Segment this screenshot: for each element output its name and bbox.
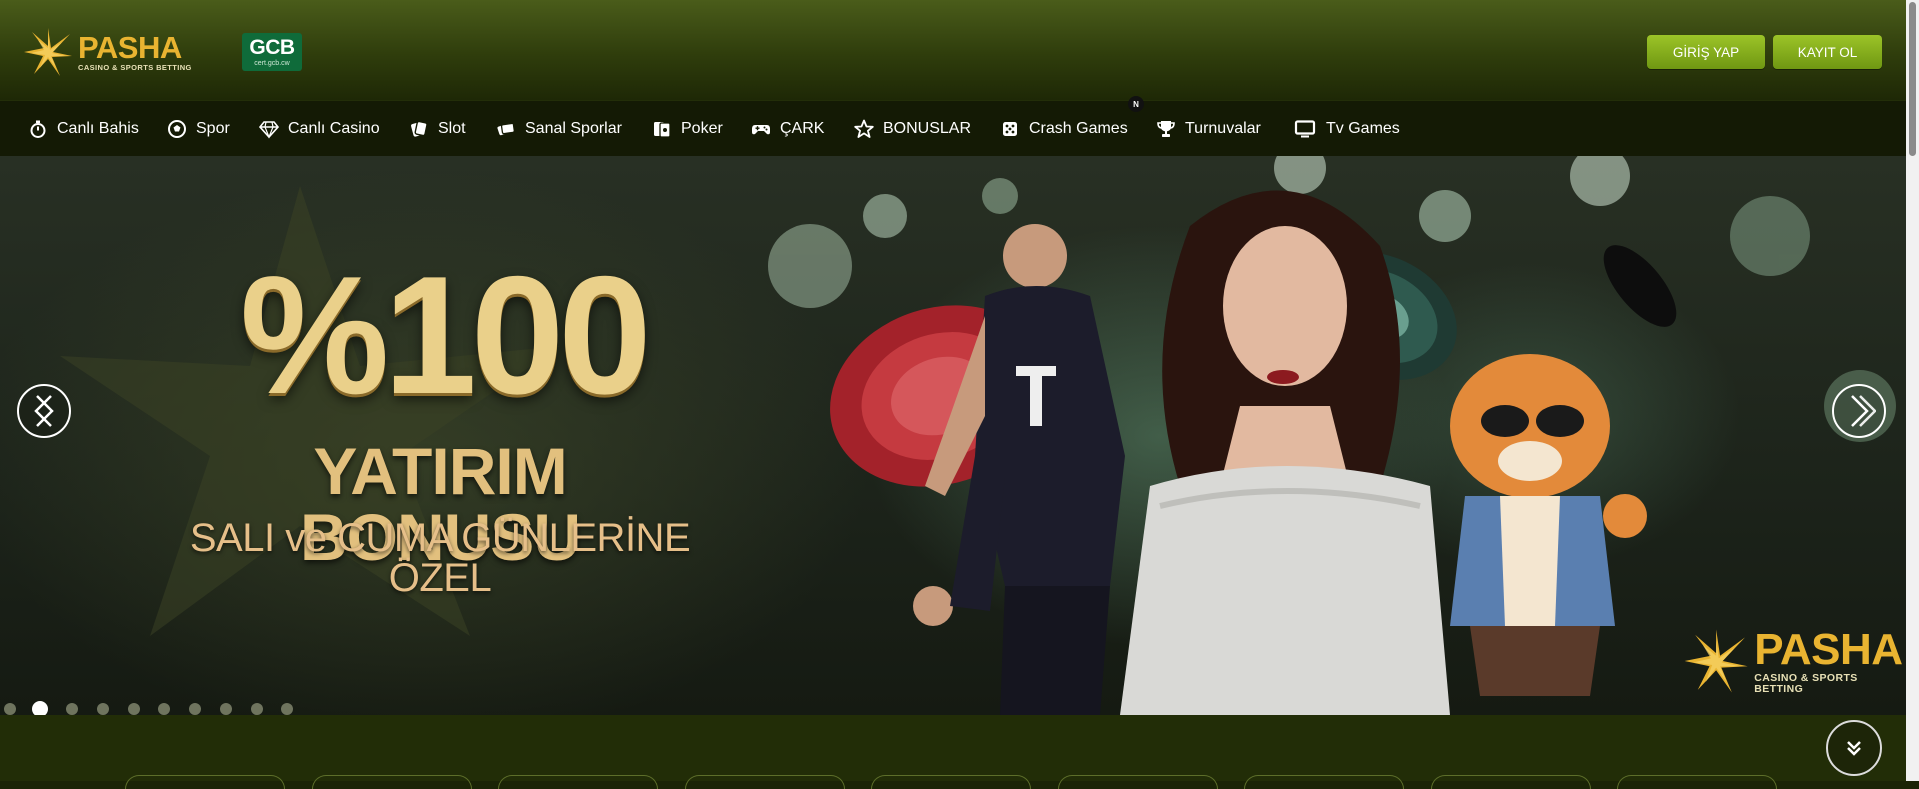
soccer-ball-icon xyxy=(168,119,186,138)
cards-icon xyxy=(411,120,428,137)
nav-item-label: Spor xyxy=(196,119,230,137)
category-card[interactable] xyxy=(1244,775,1404,789)
slider-prev-button[interactable] xyxy=(17,384,71,438)
new-badge: N xyxy=(1128,96,1144,112)
nav-item-label: Poker xyxy=(681,119,723,137)
slider-dot[interactable] xyxy=(66,703,78,715)
category-card[interactable] xyxy=(1617,775,1777,789)
license-badge-url: cert.gcb.cw xyxy=(254,60,290,67)
slider-dot[interactable] xyxy=(220,703,232,715)
scrollbar-thumb[interactable] xyxy=(1909,2,1916,156)
nav-item-label: Tv Games xyxy=(1326,119,1400,137)
hero-logo-tagline: CASINO & SPORTS BETTING xyxy=(1754,672,1858,695)
star-logo-icon xyxy=(1684,629,1748,693)
nav-item-bonuslar[interactable]: BONUSLAR xyxy=(854,101,971,156)
license-badge-title: GCB xyxy=(249,36,295,59)
category-card[interactable] xyxy=(871,775,1031,789)
nav-item-poker[interactable]: Poker xyxy=(652,101,723,156)
monitor-icon xyxy=(1294,119,1316,137)
site-logo[interactable]: PASHA CASINO & SPORTS BETTING xyxy=(22,26,192,78)
nav-item-label: BONUSLAR xyxy=(883,119,972,137)
trophy-icon xyxy=(1157,120,1175,137)
page-scrollbar[interactable] xyxy=(1906,0,1919,781)
category-card[interactable] xyxy=(1431,775,1591,789)
nav-item-label: Canlı Casino xyxy=(288,119,380,137)
category-card[interactable] xyxy=(125,775,285,789)
chevron-left-icon xyxy=(34,395,54,427)
category-strip xyxy=(0,715,1906,789)
promo-subtitle: SALI ve CUMA GÜNLERİNE ÖZEL xyxy=(189,516,691,600)
hero-logo-name: PASHA xyxy=(1754,625,1903,674)
promo-amount: %100 xyxy=(240,241,652,429)
hero-banner-art xyxy=(60,156,1896,715)
nav-item-tv-games[interactable]: Tv Games xyxy=(1293,101,1400,156)
diamond-icon xyxy=(259,120,279,139)
category-card[interactable] xyxy=(498,775,658,789)
logo-tagline: CASINO & SPORTS BETTING xyxy=(78,63,192,73)
nav-item-label: Turnuvalar xyxy=(1185,119,1261,137)
nav-item-spor[interactable]: Spor xyxy=(167,101,230,156)
nav-item-label: Canlı Bahis xyxy=(57,119,139,137)
hero-slider[interactable]: %100 YATIRIM BONUSU SALI ve CUMA GÜNLERİ… xyxy=(0,156,1906,715)
category-card[interactable] xyxy=(312,775,472,789)
category-card[interactable] xyxy=(1058,775,1218,789)
slider-next-button[interactable] xyxy=(1832,384,1886,438)
nav-item-label: Slot xyxy=(438,119,466,137)
poker-cards-icon xyxy=(654,121,671,138)
nav-item-sanal-sporlar[interactable]: Sanal Sporlar xyxy=(496,101,622,156)
register-button[interactable]: KAYIT OL xyxy=(1773,35,1882,69)
site-header: PASHA CASINO & SPORTS BETTING GCB cert.g… xyxy=(0,0,1906,100)
gamepad-icon xyxy=(752,124,770,134)
slider-dot-active[interactable] xyxy=(32,701,48,715)
hero-logo: PASHA CASINO & SPORTS BETTING xyxy=(1682,626,1906,696)
nav-item-label: Sanal Sporlar xyxy=(525,119,622,137)
chevron-right-icon xyxy=(1851,395,1876,427)
slider-dot[interactable] xyxy=(281,703,293,715)
nav-item-label: ÇARK xyxy=(780,119,825,137)
main-nav: Canlı Bahis Spor Canlı Casino Slot Sanal… xyxy=(0,100,1906,157)
stopwatch-icon xyxy=(30,120,46,138)
nav-item-crash-games[interactable]: Crash Games xyxy=(1000,101,1128,156)
nav-item-slot[interactable]: Slot xyxy=(409,101,466,156)
category-card[interactable] xyxy=(685,775,845,789)
nav-item-turnuvalar[interactable]: Turnuvalar xyxy=(1156,101,1261,156)
nav-item-cark[interactable]: ÇARK xyxy=(751,101,824,156)
nav-item-canli-bahis[interactable]: Canlı Bahis xyxy=(28,101,139,156)
login-button[interactable]: GİRİŞ YAP xyxy=(1647,35,1765,69)
slider-dot[interactable] xyxy=(4,703,16,715)
slider-dot[interactable] xyxy=(189,703,201,715)
slider-dot[interactable] xyxy=(251,703,263,715)
tickets-icon xyxy=(497,122,515,135)
slider-dot[interactable] xyxy=(97,703,109,715)
slider-dot[interactable] xyxy=(158,703,170,715)
nav-item-canli-casino[interactable]: Canlı Casino xyxy=(259,101,380,156)
slider-dot[interactable] xyxy=(128,703,140,715)
double-chevron-down-icon xyxy=(1847,741,1861,756)
license-badge[interactable]: GCB cert.gcb.cw xyxy=(242,33,302,71)
star-logo-icon xyxy=(24,28,72,76)
dice-icon xyxy=(1003,121,1017,136)
scroll-down-button[interactable] xyxy=(1826,720,1882,776)
nav-item-label: Crash Games xyxy=(1029,119,1128,137)
star-icon xyxy=(854,119,874,138)
logo-name: PASHA xyxy=(78,30,182,66)
